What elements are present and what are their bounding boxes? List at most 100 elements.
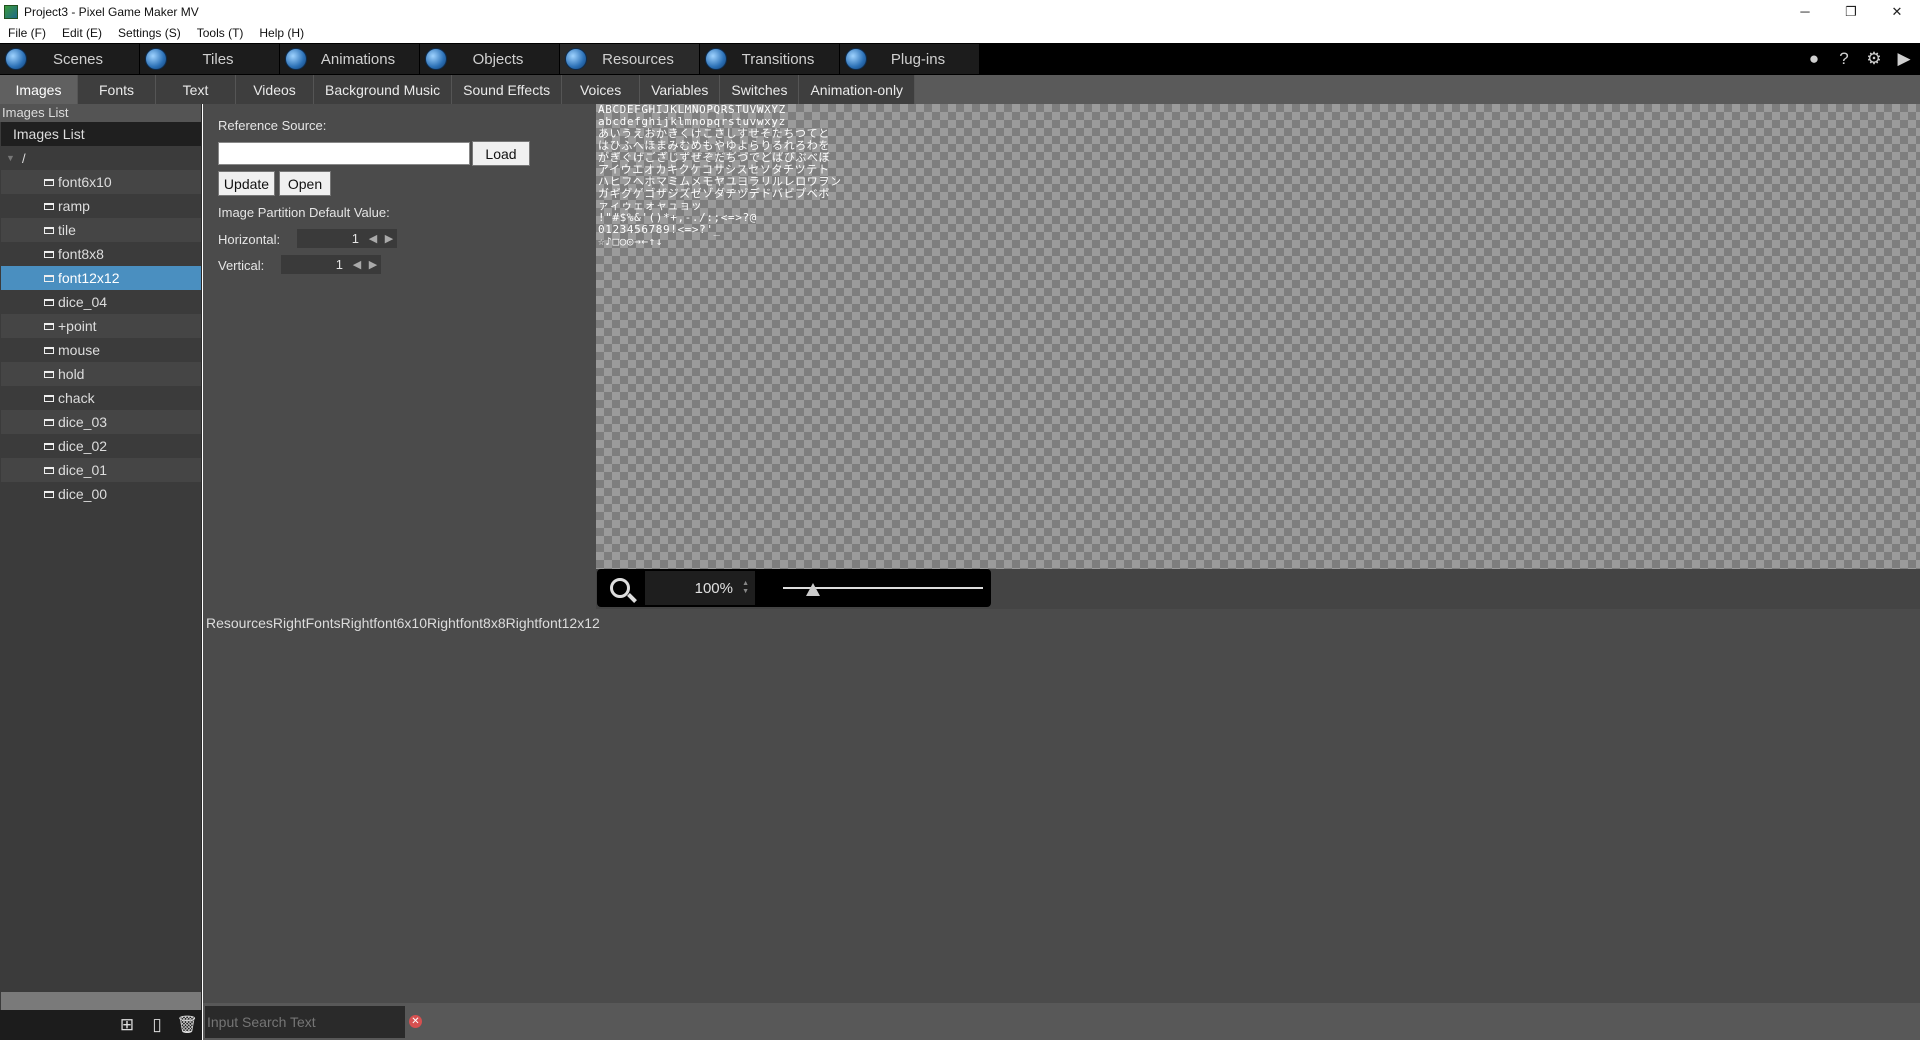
tab-tiles[interactable]: Tiles [140,44,279,74]
list-item-label: tile [58,222,76,238]
info-area: ResourcesRightFontsRightfont6x10Rightfon… [203,609,1920,1003]
close-button[interactable]: ✕ [1874,0,1920,23]
tab-animation-only[interactable]: Animation-only [799,75,916,104]
update-button[interactable]: Update [218,171,275,196]
list-item-label: dice_01 [58,462,108,478]
tab-transitions[interactable]: Transitions [700,44,839,74]
list-item-label: font12x12 [58,270,120,286]
tab-fonts[interactable]: Fonts [78,75,156,104]
help-icon[interactable]: ? [1834,49,1854,69]
resource-tab-group: Images Fonts Text Videos Background Musi… [0,75,916,104]
tab-variables[interactable]: Variables [640,75,721,104]
tab-videos[interactable]: Videos [236,75,314,104]
tab-label: Plug-ins [890,50,946,68]
image-preview[interactable]: ABCDEFGHIJKLMNOPQRSTUVWXYZ abcdefghijklmn… [596,104,1920,569]
clear-search-icon[interactable]: ✕ [409,1015,422,1028]
properties-panel: Reference Source: Load Update Open Image… [203,104,596,609]
tab-voices[interactable]: Voices [562,75,641,104]
tab-switches[interactable]: Switches [720,75,800,104]
image-file-icon [44,202,54,210]
menu-tools[interactable]: Tools (T) [189,26,252,40]
reference-source-input[interactable] [218,142,470,165]
list-item-label: dice_04 [58,294,108,310]
menu-file[interactable]: File (F) [0,26,54,40]
scenes-icon [5,48,27,70]
tab-plugins[interactable]: Plug-ins [840,44,979,74]
horizontal-scrollbar[interactable] [1,992,201,1010]
font-sheet-image: ABCDEFGHIJKLMNOPQRSTUVWXYZ abcdefghijklmn… [596,104,908,261]
vertical-value[interactable]: 1 [281,257,349,272]
list-item[interactable]: font12x12 [1,266,201,290]
image-file-icon [44,418,54,426]
horizontal-value[interactable]: 1 [297,231,365,246]
tiles-icon [145,48,167,70]
reference-source-label: Reference Source: [218,118,327,133]
image-file-icon [44,394,54,402]
image-file-icon [44,370,54,378]
search-input[interactable] [205,1006,405,1038]
zoom-slider[interactable] [783,573,983,603]
list-item[interactable]: dice_01 [1,458,201,482]
tab-sound-effects[interactable]: Sound Effects [452,75,563,104]
list-item[interactable]: font8x8 [1,242,201,266]
tab-scenes[interactable]: Scenes [0,44,139,74]
list-item[interactable]: hold [1,362,201,386]
root-label: / [22,150,26,166]
resources-icon [565,48,587,70]
list-item[interactable]: font6x10 [1,170,201,194]
tab-background-music[interactable]: Background Music [314,75,453,104]
open-button[interactable]: Open [279,171,331,196]
minimize-button[interactable]: ─ [1782,0,1828,23]
tab-animations[interactable]: Animations [280,44,419,74]
tab-label: Scenes [52,50,104,68]
list-item[interactable]: dice_02 [1,434,201,458]
vertical-label: Vertical: [218,258,265,273]
tab-label: Objects [472,50,524,68]
add-folder-icon[interactable]: ⊞ [116,1014,138,1036]
tree-root[interactable]: ▼ / [0,146,201,170]
image-file-icon [44,322,54,330]
tab-images[interactable]: Images [0,75,78,104]
list-item[interactable]: mouse [1,338,201,362]
window-controls: ─ ❐ ✕ [1782,0,1920,23]
slider-thumb[interactable] [806,583,820,596]
list-item[interactable]: tile [1,218,201,242]
list-item[interactable]: ramp [1,194,201,218]
decrement-icon[interactable]: ◀ [349,258,365,271]
vertical-stepper[interactable]: 1 ◀ ▶ [281,255,381,274]
menu-settings[interactable]: Settings (S) [110,26,189,40]
restore-button[interactable]: ❐ [1828,0,1874,23]
list-item-label: ramp [58,198,90,214]
decrement-icon[interactable]: ◀ [365,232,381,245]
tab-label: Resources [602,50,674,68]
gear-icon[interactable]: ⚙ [1864,49,1884,69]
tab-resources[interactable]: Resources [560,44,699,74]
zoom-spin-icon[interactable]: ▲ ▼ [742,580,749,596]
list-item[interactable]: +point [1,314,201,338]
list-item[interactable]: dice_03 [1,410,201,434]
record-icon[interactable]: ● [1804,49,1824,69]
menu-help[interactable]: Help (H) [251,26,312,40]
list-item-label: dice_02 [58,438,108,454]
list-item[interactable]: dice_00 [1,482,201,506]
list-item[interactable]: chack [1,386,201,410]
partition-label: Image Partition Default Value: [218,205,390,220]
zoom-value-field[interactable]: 100% ▲ ▼ [645,571,755,605]
image-file-icon [44,226,54,234]
load-button[interactable]: Load [472,141,530,166]
expand-icon[interactable]: ▼ [6,153,22,163]
increment-icon[interactable]: ▶ [381,232,397,245]
play-icon[interactable]: ▶ [1894,49,1914,69]
horizontal-stepper[interactable]: 1 ◀ ▶ [297,229,397,248]
increment-icon[interactable]: ▶ [365,258,381,271]
image-file-icon [44,490,54,498]
image-file-icon [44,250,54,258]
tab-objects[interactable]: Objects [420,44,559,74]
menu-edit[interactable]: Edit (E) [54,26,110,40]
trash-icon[interactable]: 🗑 [176,1014,198,1036]
add-file-icon[interactable]: ▯ [146,1014,168,1036]
top-right-toolbar: ● ? ⚙ ▶ [1804,43,1914,75]
list-item[interactable]: dice_04 [1,290,201,314]
panel-title: Images List [0,104,201,122]
tab-text[interactable]: Text [156,75,236,104]
